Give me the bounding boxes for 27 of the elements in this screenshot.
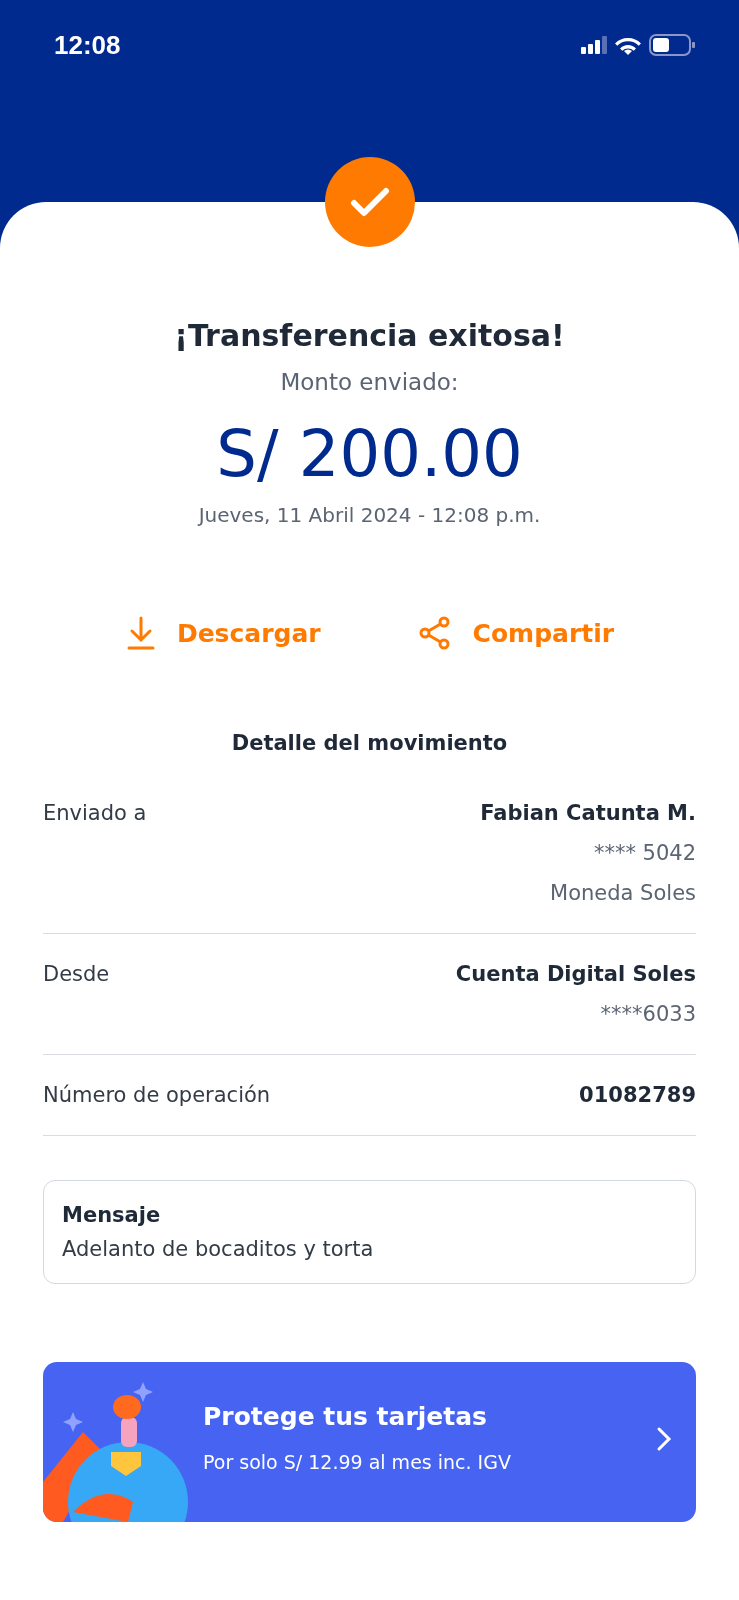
detail-value: **** 5042 — [593, 841, 696, 865]
detail-value: Moneda Soles — [550, 881, 696, 905]
message-text: Adelanto de bocaditos y torta — [62, 1237, 375, 1261]
promo-title: Protege tus tarjetas — [203, 1402, 488, 1431]
status-time: 12:08 — [54, 29, 121, 61]
detail-value: Fabian Catunta M. — [480, 801, 696, 825]
detail-value: 01082789 — [579, 1083, 696, 1107]
share-button[interactable]: Compartir — [416, 615, 615, 651]
check-icon — [349, 186, 390, 218]
transfer-date: Jueves, 11 Abril 2024 - 12:08 p.m. — [198, 503, 541, 527]
detail-label: Número de operación — [43, 1083, 271, 1107]
detail-label: Desde — [43, 962, 110, 988]
amount: S/ 200.00 — [216, 417, 523, 491]
battery-icon — [649, 34, 695, 56]
amount-label: Monto enviado: — [280, 369, 459, 395]
download-button[interactable]: Descargar — [124, 615, 321, 651]
detail-value: Cuenta Digital Soles — [455, 962, 696, 986]
detail-label: Enviado a — [43, 801, 147, 827]
detail-value: ****6033 — [600, 1002, 696, 1026]
wifi-icon — [615, 35, 641, 55]
success-title: ¡Transferencia exitosa! — [174, 318, 565, 353]
detail-title: Detalle del movimiento — [231, 731, 508, 755]
promo-banner[interactable]: Protege tus tarjetas Por solo S/ 12.99 al mes inc. IGV — [43, 1362, 696, 1522]
chevron-right-icon — [656, 1426, 672, 1452]
promo-subtitle: Por solo S/ 12.99 al mes inc. IGV — [203, 1451, 512, 1473]
signal-icon — [581, 36, 607, 54]
message-title: Mensaje — [62, 1203, 162, 1227]
